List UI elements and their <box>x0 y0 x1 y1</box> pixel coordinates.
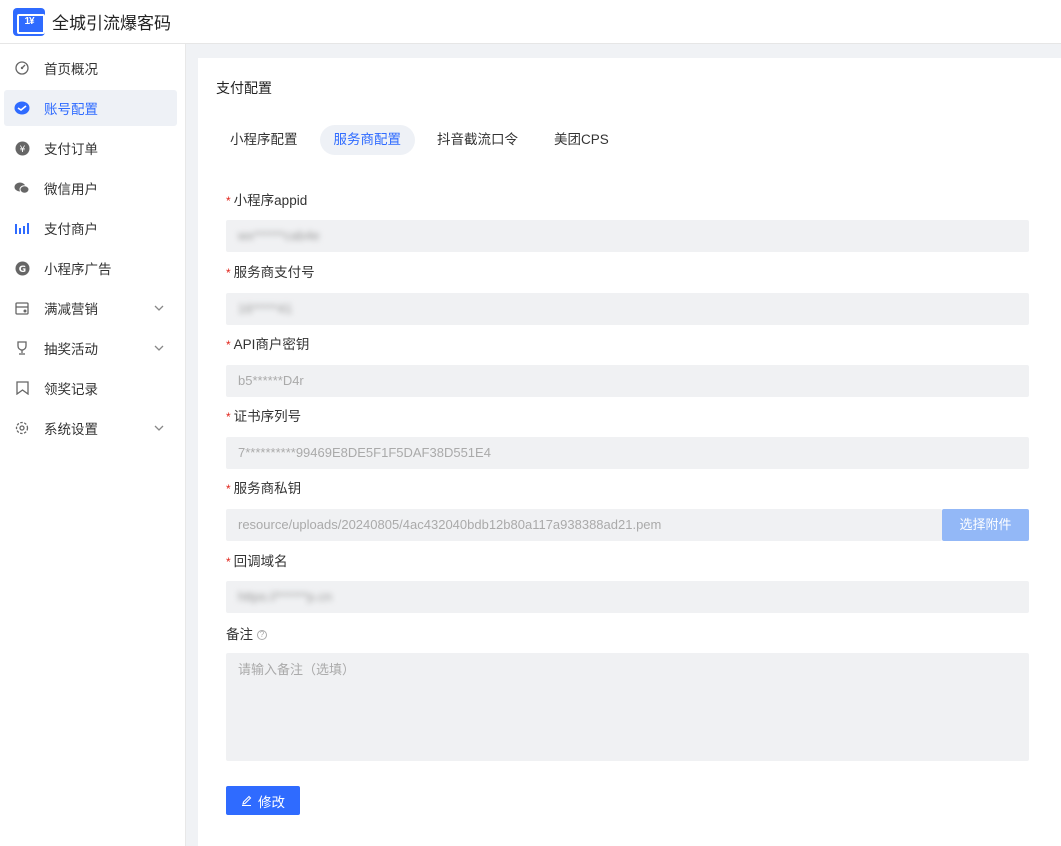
callback-domain-field[interactable]: https://******p.cn <box>226 581 1029 613</box>
chevron-down-icon <box>154 305 164 311</box>
main-content: 支付配置 小程序配置 服务商配置 抖音截流口令 美团CPS * 小程序appid … <box>198 58 1061 846</box>
sidebar-item-mini-ads[interactable]: G 小程序广告 <box>4 250 177 286</box>
sidebar-item-label: 支付商户 <box>44 222 98 237</box>
remark-textarea[interactable] <box>226 653 1029 761</box>
chevron-down-icon <box>154 425 164 431</box>
cert-serial-field[interactable]: 7**********99469E8DE5F1F5DAF38D551E4 <box>226 437 1029 469</box>
required-mark: * <box>226 482 231 496</box>
help-icon[interactable]: ? <box>257 630 267 641</box>
svg-text:G: G <box>18 265 25 275</box>
appid-label: * 小程序appid <box>226 193 308 208</box>
gear-icon <box>14 420 30 436</box>
config-tabs: 小程序配置 服务商配置 抖音截流口令 美团CPS <box>216 125 631 155</box>
sidebar-item-label: 领奖记录 <box>44 382 98 397</box>
required-mark: * <box>226 338 231 352</box>
app-title: 全城引流爆客码 <box>52 14 171 33</box>
svg-text:¥: ¥ <box>19 145 25 155</box>
sidebar: 首页概况 账号配置 ¥ 支付订单 微信用户 支付商户 G 小程序广告 满减营销 <box>0 44 186 846</box>
ad-icon: G <box>14 260 30 276</box>
dashboard-icon <box>14 60 30 76</box>
bookmark-icon <box>14 380 30 396</box>
sidebar-item-dashboard[interactable]: 首页概况 <box>4 50 177 86</box>
required-mark: * <box>226 194 231 208</box>
bar-chart-icon <box>14 220 30 236</box>
private-key-label: * 服务商私钥 <box>226 481 302 496</box>
sidebar-item-label: 支付订单 <box>44 142 98 157</box>
payment-order-icon: ¥ <box>14 140 30 156</box>
sidebar-item-label: 小程序广告 <box>44 262 112 277</box>
api-key-field[interactable]: b5******D4r <box>226 365 1029 397</box>
remark-label: 备注? <box>226 623 267 643</box>
chevron-down-icon <box>154 345 164 351</box>
api-key-label: * API商户密钥 <box>226 337 310 352</box>
trophy-icon <box>14 340 30 356</box>
tab-douyin-command[interactable]: 抖音截流口令 <box>423 125 532 155</box>
sidebar-item-prize-records[interactable]: 领奖记录 <box>4 370 177 406</box>
appid-field[interactable]: wx******cab4e <box>226 220 1029 252</box>
account-config-icon <box>14 100 30 116</box>
tab-meituan-cps[interactable]: 美团CPS <box>540 125 623 155</box>
tab-mini-program-config[interactable]: 小程序配置 <box>216 125 312 155</box>
sidebar-item-label: 账号配置 <box>44 102 98 117</box>
tab-service-provider-config[interactable]: 服务商配置 <box>319 125 415 155</box>
app-logo: 1¥ <box>13 7 45 36</box>
sidebar-item-label: 系统设置 <box>44 422 98 437</box>
callback-domain-label: * 回调域名 <box>226 554 288 569</box>
required-mark: * <box>226 266 231 280</box>
calendar-icon <box>14 300 30 316</box>
merchant-no-label: * 服务商支付号 <box>226 265 315 280</box>
sidebar-item-account-config[interactable]: 账号配置 <box>4 90 177 126</box>
sidebar-item-label: 满减营销 <box>44 302 98 317</box>
select-attachment-button[interactable]: 选择附件 <box>942 509 1029 541</box>
sidebar-item-merchants[interactable]: 支付商户 <box>4 210 177 246</box>
sidebar-item-payment-orders[interactable]: ¥ 支付订单 <box>4 130 177 166</box>
sidebar-item-label: 微信用户 <box>44 182 98 197</box>
top-header: 1¥ 全城引流爆客码 <box>0 0 1061 44</box>
merchant-no-field[interactable]: 16*****41 <box>226 293 1029 325</box>
edit-submit-button[interactable]: 修改 <box>226 786 300 815</box>
sidebar-item-system-settings[interactable]: 系统设置 <box>4 410 177 446</box>
sidebar-item-wechat-users[interactable]: 微信用户 <box>4 170 177 206</box>
sidebar-item-label: 抽奖活动 <box>44 342 98 357</box>
sidebar-item-discount-marketing[interactable]: 满减营销 <box>4 290 177 326</box>
required-mark: * <box>226 555 231 569</box>
sidebar-item-lottery[interactable]: 抽奖活动 <box>4 330 177 366</box>
cert-serial-label: * 证书序列号 <box>226 409 302 424</box>
required-mark: * <box>226 410 231 424</box>
wechat-icon <box>14 180 30 196</box>
section-title: 支付配置 <box>216 80 272 96</box>
private-key-field[interactable]: resource/uploads/20240805/4ac432040bdb12… <box>226 509 942 541</box>
edit-pencil-icon <box>242 795 252 806</box>
sidebar-item-label: 首页概况 <box>44 62 98 77</box>
